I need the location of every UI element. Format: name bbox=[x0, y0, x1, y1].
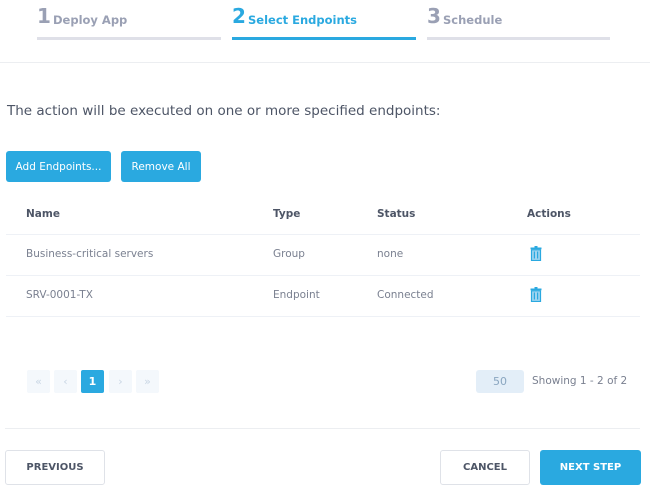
cell-status: Connected bbox=[377, 289, 434, 301]
page-1-button[interactable]: 1 bbox=[81, 370, 104, 393]
trash-icon[interactable] bbox=[530, 287, 542, 302]
next-page-button[interactable]: › bbox=[109, 370, 132, 393]
last-page-button[interactable]: » bbox=[136, 370, 159, 393]
step-label: Select Endpoints bbox=[248, 13, 358, 27]
description-text: The action will be executed on one or mo… bbox=[7, 103, 441, 119]
first-page-button[interactable]: « bbox=[27, 370, 50, 393]
cancel-button[interactable]: CANCEL bbox=[440, 450, 530, 485]
table-row: SRV-0001-TX Endpoint Connected bbox=[6, 276, 640, 317]
remove-all-button[interactable]: Remove All bbox=[121, 151, 201, 182]
trash-icon[interactable] bbox=[530, 246, 542, 261]
cell-status: none bbox=[377, 248, 404, 260]
step-select-endpoints[interactable]: 2 Select Endpoints bbox=[232, 0, 416, 42]
endpoints-table: Name Type Status Actions Business-critic… bbox=[6, 196, 640, 317]
step-schedule[interactable]: 3 Schedule bbox=[427, 0, 610, 42]
cell-type: Group bbox=[273, 248, 305, 260]
step-progress-bar bbox=[427, 37, 610, 40]
cell-type: Endpoint bbox=[273, 289, 320, 301]
step-number: 3 bbox=[427, 4, 441, 28]
step-label: Deploy App bbox=[53, 13, 128, 27]
step-progress-bar bbox=[232, 37, 416, 40]
column-header-status[interactable]: Status bbox=[377, 208, 415, 220]
wizard-stepper: 1 Deploy App 2 Select Endpoints 3 Schedu… bbox=[0, 0, 650, 63]
table-row: Business-critical servers Group none bbox=[6, 235, 640, 276]
showing-count: Showing 1 - 2 of 2 bbox=[532, 375, 628, 387]
prev-page-button[interactable]: ‹ bbox=[54, 370, 77, 393]
step-label: Schedule bbox=[443, 13, 503, 27]
step-number: 2 bbox=[232, 4, 246, 28]
column-header-name[interactable]: Name bbox=[26, 208, 60, 220]
add-endpoints-button[interactable]: Add Endpoints... bbox=[6, 151, 111, 182]
step-progress-bar bbox=[37, 37, 221, 40]
footer-divider bbox=[5, 428, 640, 429]
column-header-type[interactable]: Type bbox=[273, 208, 300, 220]
next-step-button[interactable]: NEXT STEP bbox=[540, 450, 641, 485]
table-header: Name Type Status Actions bbox=[6, 196, 640, 235]
cell-name: SRV-0001-TX bbox=[26, 289, 93, 301]
step-deploy-app[interactable]: 1 Deploy App bbox=[37, 0, 221, 42]
cell-name: Business-critical servers bbox=[26, 248, 154, 260]
column-header-actions: Actions bbox=[527, 208, 571, 220]
previous-button[interactable]: PREVIOUS bbox=[5, 450, 105, 485]
step-number: 1 bbox=[37, 4, 51, 28]
per-page-select[interactable]: 50 bbox=[476, 370, 524, 393]
